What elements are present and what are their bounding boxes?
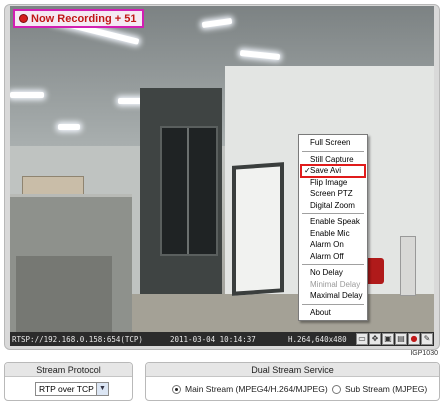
sub-stream-label: Sub Stream (MJPEG) (345, 384, 428, 394)
menu-item-label: Still Capture (310, 154, 354, 164)
menu-item-label: Minimal Delay (310, 279, 361, 289)
stream-protocol-panel: Stream Protocol RTP over TCP ▼ (4, 362, 133, 401)
menu-item-alarm-on[interactable]: Alarm On (299, 239, 367, 251)
menu-item-label: Alarm On (310, 240, 344, 249)
model-label: IGP1030 (410, 350, 438, 357)
menu-item-about[interactable]: About (299, 307, 367, 319)
chevron-down-icon[interactable]: ▼ (96, 383, 108, 395)
sub-stream-radio[interactable] (332, 384, 341, 394)
main-stream-radio[interactable] (172, 384, 181, 394)
menu-separator (302, 264, 364, 265)
snapshot-icon[interactable]: ▤ (395, 333, 407, 345)
recording-indicator: Now Recording + 51 (13, 9, 145, 28)
menu-item-flip-image[interactable]: Flip Image (299, 177, 367, 189)
menu-item-label: No Delay (310, 268, 343, 277)
menu-item-alarm-off[interactable]: Alarm Off (299, 251, 367, 263)
checkmark-icon: ✓ (304, 166, 311, 175)
cubicle-desk (16, 256, 112, 332)
glass-door (160, 126, 218, 256)
codec-resolution: H.264,640x480 (288, 334, 347, 344)
menu-item-label: Full Screen (310, 138, 351, 147)
video-feed[interactable]: Now Recording + 51 Full Screen Still Capt… (10, 6, 434, 332)
menu-item-label: About (310, 307, 331, 317)
menu-item-label: Flip Image (310, 177, 348, 187)
menu-item-label: Maximal Delay (310, 291, 363, 300)
dual-stream-panel: Dual Stream Service Main Stream (MPEG4/H… (145, 362, 440, 401)
ptz-move-icon[interactable]: ✥ (369, 333, 381, 345)
record-icon[interactable]: ● (408, 333, 420, 345)
recording-label: Now Recording + 51 (31, 12, 137, 25)
timestamp: 2011-03-04 10:14:37 (170, 334, 256, 344)
record-dot-icon (19, 14, 28, 23)
menu-item-still-capture[interactable]: Still Capture (299, 154, 367, 166)
menu-separator (302, 303, 364, 305)
fit-screen-icon[interactable]: ▭ (356, 333, 368, 345)
stream-url: RTSP://192.168.0.158:654(TCP) (12, 334, 143, 344)
main-stream-option[interactable]: Main Stream (MPEG4/H.264/MJPEG) (172, 384, 328, 394)
menu-item-screen-ptz[interactable]: Screen PTZ (299, 188, 367, 200)
status-bar: RTSP://192.168.0.158:654(TCP) 2011-03-04… (10, 332, 434, 346)
ceiling-light (58, 124, 80, 130)
panel-title: Stream Protocol (5, 363, 132, 377)
menu-separator (302, 213, 364, 214)
sub-stream-option[interactable]: Sub Stream (MJPEG) (332, 384, 427, 394)
menu-item-enable-mic[interactable]: Enable Mic (299, 228, 367, 240)
menu-item-full-screen[interactable]: Full Screen (299, 137, 367, 149)
whiteboard (232, 162, 284, 296)
zoom-icon[interactable]: ▣ (382, 333, 394, 345)
menu-item-digital-zoom[interactable]: Digital Zoom (299, 200, 367, 212)
menu-item-label: Enable Mic (310, 228, 350, 238)
context-menu: Full Screen Still Capture ✓ Save Avi Flip Im… (298, 134, 368, 321)
toolbar: ▭ ✥ ▣ ▤ ● ✎ (356, 333, 433, 345)
menu-separator (302, 150, 364, 152)
main-stream-label: Main Stream (MPEG4/H.264/MJPEG) (185, 384, 328, 394)
menu-item-label: Screen PTZ (310, 189, 353, 198)
protocol-select[interactable]: RTP over TCP ▼ (35, 382, 109, 396)
menu-item-label: Alarm Off (310, 251, 344, 261)
menu-item-label: Enable Speak (310, 217, 360, 226)
menu-item-no-delay[interactable]: No Delay (299, 267, 367, 279)
menu-item-save-avi[interactable]: ✓ Save Avi (300, 164, 366, 178)
panel-title: Dual Stream Service (146, 363, 439, 377)
protocol-select-value: RTP over TCP (39, 384, 94, 394)
door-frame (187, 128, 189, 254)
settings-icon[interactable]: ✎ (421, 333, 433, 345)
stand (400, 236, 416, 296)
menu-item-label: Digital Zoom (310, 200, 355, 210)
floor (130, 294, 434, 332)
menu-item-minimal-delay: Minimal Delay (299, 279, 367, 291)
menu-item-enable-speak[interactable]: Enable Speak (299, 216, 367, 228)
menu-item-label: Save Avi (310, 166, 341, 175)
menu-item-maximal-delay[interactable]: Maximal Delay (299, 290, 367, 302)
ceiling-light (10, 92, 44, 98)
